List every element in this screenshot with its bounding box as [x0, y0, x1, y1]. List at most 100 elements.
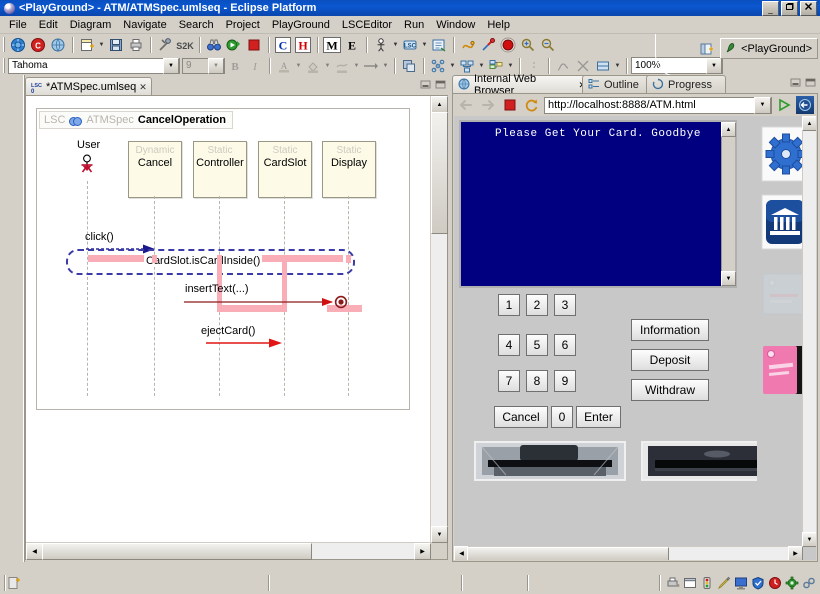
lsc-diagram[interactable]: LSC ATMSpec CancelOperation User Dynamic… [36, 108, 410, 410]
key-7[interactable]: 7 [498, 370, 520, 392]
editor-vertical-scrollbar[interactable]: ▲ ▼ [430, 96, 448, 543]
browser-scroll-up-button[interactable]: ▲ [802, 116, 816, 131]
globe-icon[interactable] [48, 35, 68, 54]
toolbar-grip[interactable] [3, 37, 6, 52]
play-sequence-icon[interactable] [458, 35, 478, 54]
screen-scroll-down-button[interactable]: ▼ [721, 271, 736, 286]
page-break-icon[interactable] [593, 56, 613, 75]
forward-arrow-icon[interactable] [478, 96, 498, 115]
scroll-down-button[interactable]: ▼ [431, 526, 448, 543]
go-arrow-icon[interactable] [774, 96, 794, 115]
menu-item-diagram[interactable]: Diagram [64, 18, 118, 32]
key-5[interactable]: 5 [526, 334, 548, 356]
editor-tab-atmspec[interactable]: LSC 0 *ATMSpec.umlseq ✕ [25, 77, 152, 96]
c-compile-icon[interactable]: C [273, 35, 293, 54]
m-model-icon[interactable]: M [322, 35, 342, 54]
window-icon[interactable] [683, 576, 697, 590]
scroll-right-button[interactable]: ▶ [414, 543, 431, 560]
browser-scroll-down-button[interactable]: ▼ [802, 532, 816, 547]
fill-color-icon[interactable] [303, 56, 323, 75]
button-information[interactable]: Information [631, 319, 709, 341]
key-enter[interactable]: Enter [576, 406, 621, 428]
browser-horizontal-scrollbar[interactable]: ◀ ▶ [454, 546, 803, 560]
page-break-dropdown[interactable]: ▼ [613, 56, 622, 75]
screen-scroll-up-button[interactable]: ▲ [721, 122, 736, 137]
lsc-tool-dropdown[interactable]: ▼ [420, 35, 429, 54]
button-deposit[interactable]: Deposit [631, 349, 709, 371]
maximize-view-button[interactable] [805, 78, 816, 87]
minimize-view-button[interactable] [790, 78, 801, 87]
actor-tool-dropdown[interactable]: ▼ [391, 35, 400, 54]
line-color-icon[interactable] [332, 56, 352, 75]
new-wizard-icon[interactable] [8, 35, 28, 54]
url-input[interactable]: http://localhost:8888/ATM.html ▼ [544, 96, 772, 114]
link-icon[interactable] [802, 576, 816, 590]
scroll-up-button[interactable]: ▲ [431, 96, 448, 113]
button-withdraw[interactable]: Withdraw [631, 379, 709, 401]
lifeline-box-controller[interactable]: Static Controller [193, 141, 247, 198]
lsc-tool-icon[interactable]: LSC [400, 35, 420, 54]
key-4[interactable]: 4 [498, 334, 520, 356]
menu-item-lsceditor[interactable]: LSCEditor [336, 18, 398, 32]
menu-item-playground[interactable]: PlayGround [266, 18, 336, 32]
new-file-dropdown[interactable]: ▼ [97, 35, 106, 54]
diagram-canvas[interactable]: LSC ATMSpec CancelOperation User Dynamic… [26, 96, 431, 543]
chevron-down-icon[interactable]: ▼ [754, 96, 771, 114]
menu-item-navigate[interactable]: Navigate [117, 18, 172, 32]
browser-vertical-scrollbar[interactable]: ▲ ▼ [802, 116, 816, 547]
font-color-dropdown[interactable]: ▼ [294, 56, 303, 75]
open-perspective-icon[interactable] [697, 39, 717, 58]
browser-hscroll-thumb[interactable] [467, 547, 669, 560]
record-icon[interactable] [498, 35, 518, 54]
lifeline-box-cancel[interactable]: Dynamic Cancel [128, 141, 182, 198]
stop-icon[interactable] [244, 35, 264, 54]
tab-progress[interactable]: Progress [646, 75, 726, 94]
new-file-icon[interactable] [77, 35, 97, 54]
traffic-light-icon[interactable] [700, 576, 714, 590]
snapshot-tool-icon[interactable] [429, 35, 449, 54]
order-icon[interactable] [399, 56, 419, 75]
align-dropdown[interactable]: ▼ [448, 56, 457, 75]
editor-horizontal-scrollbar[interactable]: ◀ ▶ [26, 542, 431, 560]
key-cancel[interactable]: Cancel [494, 406, 548, 428]
menu-item-search[interactable]: Search [173, 18, 220, 32]
vertical-scroll-thumb[interactable] [431, 112, 448, 234]
tab-outline[interactable]: Outline [582, 75, 656, 94]
fast-view-bar[interactable] [0, 75, 25, 562]
menu-item-project[interactable]: Project [220, 18, 266, 32]
close-button[interactable] [800, 0, 817, 16]
tab-internal-web-browser[interactable]: Internal Web Browser ✕ [452, 73, 592, 97]
lifeline-box-cardslot[interactable]: Static CardSlot [258, 141, 312, 198]
menu-item-window[interactable]: Window [430, 18, 481, 32]
menu-item-edit[interactable]: Edit [33, 18, 64, 32]
stop-icon[interactable] [500, 96, 520, 115]
minimize-editor-button[interactable] [420, 80, 431, 89]
e-execute-icon[interactable]: E [342, 35, 362, 54]
font-color-icon[interactable]: A [274, 56, 294, 75]
lifeline-box-display[interactable]: Static Display [322, 141, 376, 198]
menu-item-run[interactable]: Run [398, 18, 430, 32]
chevron-down-icon[interactable]: ▼ [163, 57, 179, 74]
maximize-button[interactable] [781, 0, 798, 16]
h-header-icon[interactable]: H [293, 35, 313, 54]
monitor-icon[interactable] [734, 576, 748, 590]
key-3[interactable]: 3 [554, 294, 576, 316]
scroll-left-button[interactable]: ◀ [26, 543, 43, 560]
font-name-combo[interactable]: Tahoma ▼ [8, 57, 180, 74]
close-icon[interactable]: ✕ [139, 82, 147, 93]
shield-icon[interactable] [751, 576, 765, 590]
fill-color-dropdown[interactable]: ▼ [323, 56, 332, 75]
gear-small-icon[interactable] [785, 576, 799, 590]
key-9[interactable]: 9 [554, 370, 576, 392]
bold-icon[interactable]: B [225, 56, 245, 75]
key-8[interactable]: 8 [526, 370, 548, 392]
build-icon[interactable] [155, 35, 175, 54]
line-style-icon[interactable] [361, 56, 381, 75]
pin-sequence-icon[interactable] [478, 35, 498, 54]
back-arrow-icon[interactable] [456, 96, 476, 115]
pencil-icon[interactable] [717, 576, 731, 590]
chevron-down-icon[interactable]: ▼ [208, 57, 224, 74]
line-style-dropdown[interactable]: ▼ [381, 56, 390, 75]
browser-scroll-right-button[interactable]: ▶ [788, 546, 803, 560]
atm-screen-scrollbar[interactable]: ▲ ▼ [721, 122, 736, 286]
